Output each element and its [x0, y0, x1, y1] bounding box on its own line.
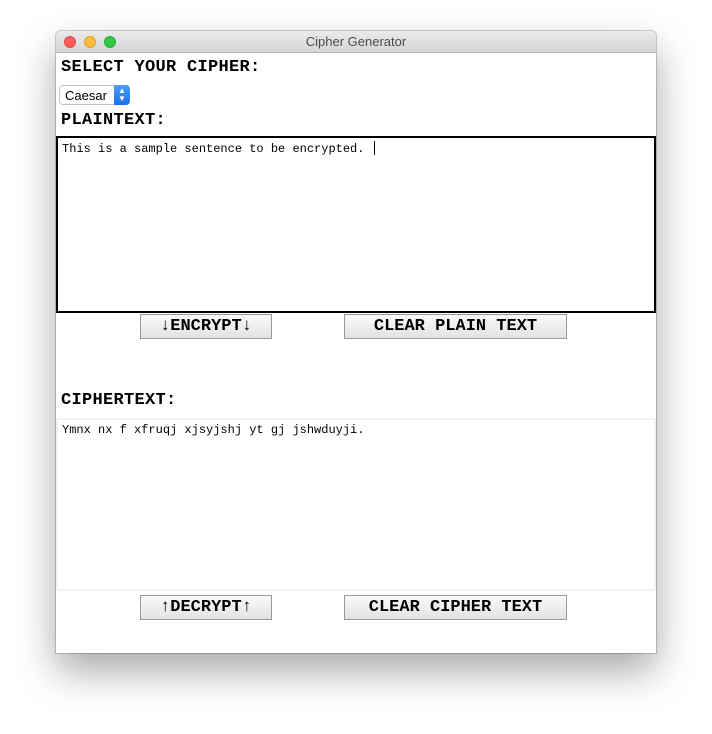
- select-cipher-heading: SELECT YOUR CIPHER:: [61, 58, 261, 77]
- updown-chevron-icon: ▲ ▼: [114, 85, 130, 105]
- ciphertext-value: Ymnx nx f xfruqj xjsyjshj yt gj jshwduyj…: [62, 423, 365, 437]
- cipher-select[interactable]: Caesar ▲ ▼: [59, 85, 130, 105]
- window-title: Cipher Generator: [305, 34, 407, 49]
- plaintext-input[interactable]: This is a sample sentence to be encrypte…: [56, 136, 656, 313]
- title-bar[interactable]: Cipher Generator: [56, 31, 656, 53]
- app-window: Cipher Generator SELECT YOUR CIPHER: Cae…: [56, 31, 656, 653]
- clear-cipher-text-button[interactable]: CLEAR CIPHER TEXT: [344, 595, 567, 620]
- plaintext-value: This is a sample sentence to be encrypte…: [62, 142, 372, 156]
- plaintext-heading: PLAINTEXT:: [61, 111, 167, 130]
- text-cursor: [373, 141, 375, 155]
- clear-plain-text-button[interactable]: CLEAR PLAIN TEXT: [344, 314, 567, 339]
- cipher-select-value: Caesar: [65, 88, 107, 103]
- encrypt-button[interactable]: ↓ENCRYPT↓: [140, 314, 272, 339]
- ciphertext-heading: CIPHERTEXT:: [61, 391, 177, 410]
- decrypt-button[interactable]: ↑DECRYPT↑: [140, 595, 272, 620]
- ciphertext-input[interactable]: Ymnx nx f xfruqj xjsyjshj yt gj jshwduyj…: [56, 418, 656, 591]
